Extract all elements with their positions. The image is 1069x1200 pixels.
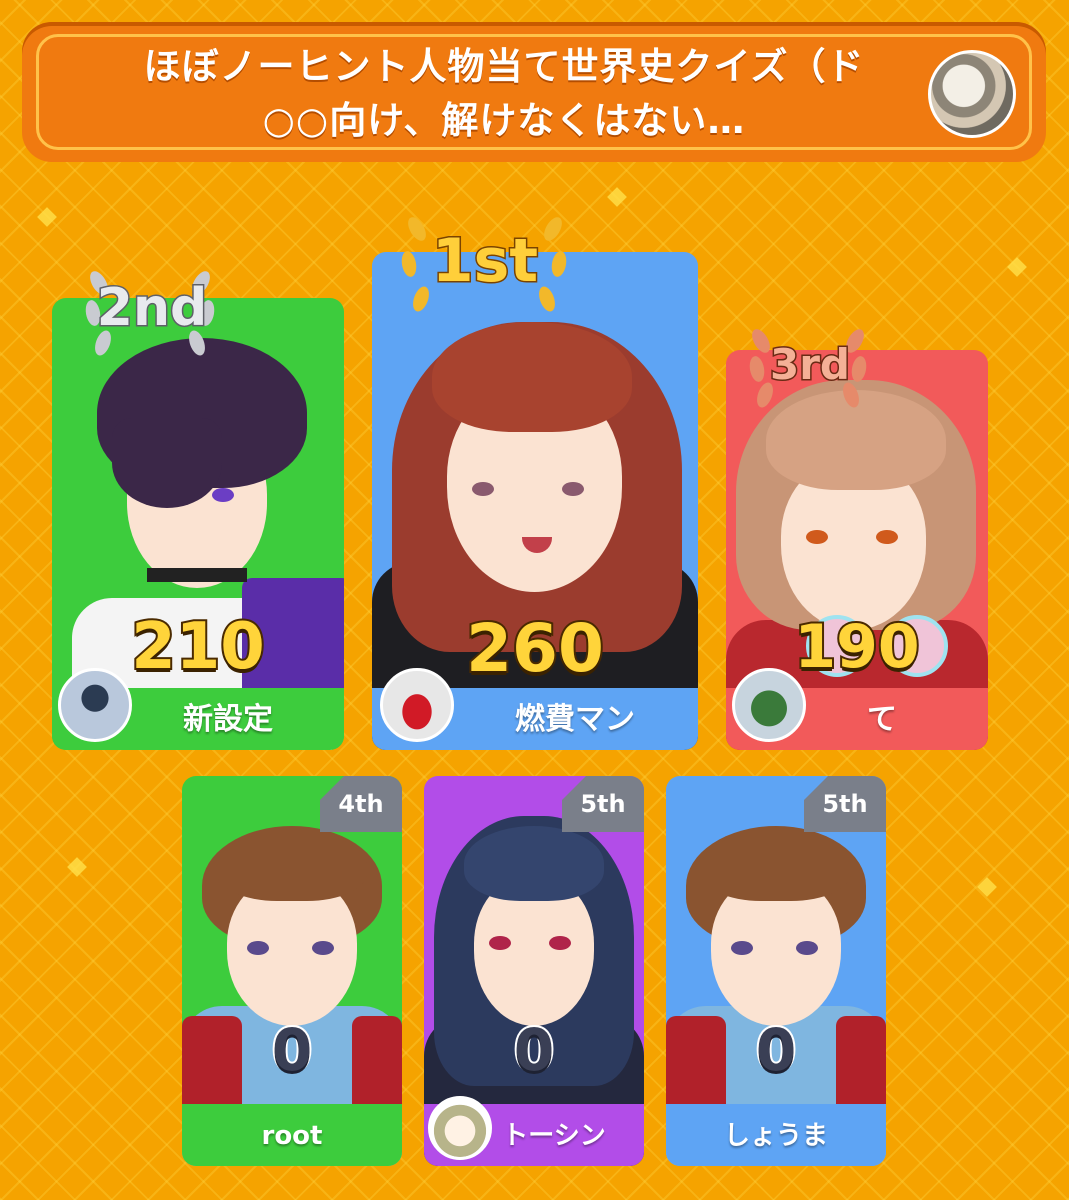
rank-badge-3rd: 3rd <box>768 339 851 391</box>
sparkle-decoration <box>607 187 627 207</box>
player-name: 新設定 <box>183 702 273 737</box>
player-name: root <box>261 1121 323 1151</box>
player-name: しょうま <box>723 1121 828 1151</box>
sparkle-decoration <box>37 207 57 227</box>
sparkle-decoration <box>977 877 997 897</box>
sparkle-decoration <box>67 857 87 877</box>
player-card-5th-a[interactable]: 0 トーシン 5th <box>424 776 644 1166</box>
player-card-4th[interactable]: 0 root 4th <box>182 776 402 1166</box>
player-score: 0 <box>754 1014 798 1086</box>
player-name: トーシン <box>502 1121 606 1151</box>
rank-badge-1st: 1st <box>430 225 539 298</box>
player-score: 0 <box>512 1014 556 1086</box>
player-card-2nd[interactable]: 210 新設定 <box>52 298 344 750</box>
rank-badge-2nd: 2nd <box>95 277 208 340</box>
player-name: 燃費マン <box>515 702 635 737</box>
player-score: 0 <box>270 1014 314 1086</box>
player-name: て <box>867 702 897 737</box>
quiz-title: ほぼノーヒント人物当て世界史クイズ（ド○○向け、解けなくはない… <box>143 45 865 142</box>
sparkle-decoration <box>1007 257 1027 277</box>
player-card-5th-b[interactable]: 0 しょうま 5th <box>666 776 886 1166</box>
host-avatar[interactable] <box>928 50 1016 138</box>
player-card-1st[interactable]: 260 燃費マン <box>372 252 698 750</box>
player-avatar[interactable] <box>380 668 454 742</box>
quiz-title-banner: ほぼノーヒント人物当て世界史クイズ（ド○○向け、解けなくはない… <box>22 22 1046 162</box>
